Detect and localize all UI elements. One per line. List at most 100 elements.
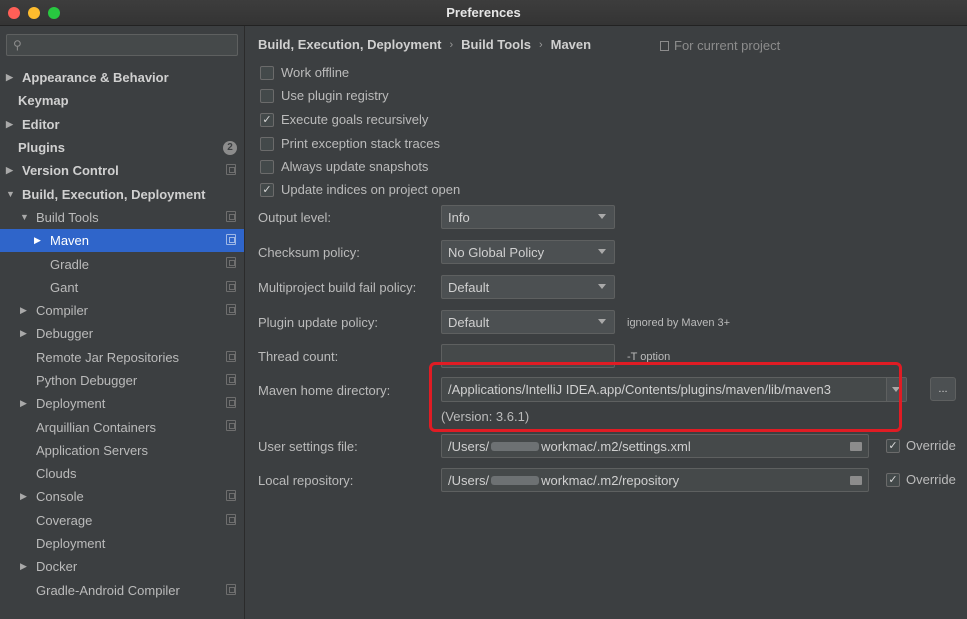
checkbox-box[interactable]: ✓	[260, 112, 274, 127]
search-icon: ⚲	[13, 38, 22, 52]
chevron-down-icon[interactable]: ▼	[6, 189, 18, 199]
checkbox-box[interactable]: ✓	[260, 182, 274, 197]
sidebar-item-arquillian-containers[interactable]: Arquillian Containers	[0, 415, 244, 438]
sidebar-item-label: Build Tools	[36, 209, 99, 225]
chevron-right-icon[interactable]: ▶	[20, 305, 32, 316]
project-scope-icon	[226, 373, 236, 385]
chevron-right-icon[interactable]: ▶	[6, 72, 18, 83]
checkbox-box[interactable]	[260, 88, 274, 103]
sidebar-item-appearance-behavior[interactable]: ▶ Appearance & Behavior	[0, 66, 244, 89]
breadcrumb-item[interactable]: Build, Execution, Deployment	[258, 37, 441, 52]
local-repository-override-checkbox[interactable]: ✓ Override	[886, 472, 956, 487]
sidebar-item-python-debugger[interactable]: Python Debugger	[0, 369, 244, 392]
sidebar-item-label: Clouds	[36, 466, 77, 482]
select-value: Info	[448, 209, 470, 225]
multiproject-policy-select[interactable]: Default	[441, 275, 615, 299]
chevron-right-icon[interactable]: ▶	[20, 491, 32, 502]
sidebar-item-label: Maven	[50, 233, 90, 249]
chevron-down-icon	[598, 284, 606, 289]
plugin-update-policy-select[interactable]: Default	[441, 310, 615, 334]
chevron-right-icon[interactable]: ▶	[34, 235, 46, 246]
minimize-window-button[interactable]	[28, 7, 40, 19]
sidebar-item-build-execution-deployment[interactable]: ▼ Build, Execution, Deployment	[0, 182, 244, 205]
checkbox-box[interactable]: ✓	[886, 438, 900, 453]
sidebar-item-docker[interactable]: ▶ Docker	[0, 555, 244, 578]
window-title: Preferences	[446, 5, 521, 20]
select-value: Default	[448, 314, 490, 330]
plugin-update-policy-hint: ignored by Maven 3+	[627, 317, 731, 329]
execute-goals-recursively-checkbox[interactable]: ✓ Execute goals recursively	[260, 112, 428, 127]
settings-sidebar: ⚲ ▶ Appearance & Behavior Keymap ▶ Editor Plu…	[0, 26, 245, 619]
thread-count-label: Thread count:	[258, 349, 339, 364]
sidebar-item-label: Debugger	[36, 326, 94, 342]
checkbox-box[interactable]: ✓	[886, 472, 900, 487]
sidebar-item-gradle[interactable]: Gradle	[0, 252, 244, 275]
sidebar-item-console[interactable]: ▶ Console	[0, 485, 244, 508]
folder-icon[interactable]	[850, 476, 862, 485]
sidebar-item-label: Editor	[22, 116, 60, 132]
chevron-right-icon[interactable]: ▶	[20, 398, 32, 409]
work-offline-checkbox[interactable]: Work offline	[260, 65, 349, 80]
sidebar-item-label: Docker	[36, 559, 78, 575]
sidebar-item-build-tools[interactable]: ▼ Build Tools	[0, 206, 244, 229]
sidebar-item-coverage[interactable]: Coverage	[0, 509, 244, 532]
project-scope-icon	[226, 350, 236, 362]
checkbox-label: Print exception stack traces	[281, 136, 440, 151]
close-window-button[interactable]	[8, 7, 20, 19]
sidebar-item-plugins[interactable]: Plugins 2	[0, 136, 244, 159]
sidebar-item-label: Console	[36, 489, 84, 505]
checkbox-label: Execute goals recursively	[281, 112, 429, 127]
sidebar-item-gradle-android-compiler[interactable]: Gradle-Android Compiler	[0, 579, 244, 602]
sidebar-item-label: Version Control	[22, 163, 119, 179]
browse-maven-home-button[interactable]: ...	[930, 377, 956, 401]
use-plugin-registry-checkbox[interactable]: Use plugin registry	[260, 88, 389, 103]
project-scope-icon	[226, 583, 236, 595]
chevron-right-icon[interactable]: ▶	[6, 119, 18, 130]
chevron-right-icon[interactable]: ▶	[6, 165, 18, 176]
checkbox-box[interactable]	[260, 159, 274, 174]
settings-search-input[interactable]: ⚲	[6, 34, 238, 56]
sidebar-item-gant[interactable]: Gant	[0, 276, 244, 299]
chevron-down-icon	[598, 319, 606, 324]
maven-settings-panel: Build, Execution, Deployment › Build Too…	[246, 26, 967, 619]
multiproject-policy-label: Multiproject build fail policy:	[258, 280, 417, 295]
sidebar-item-clouds[interactable]: Clouds	[0, 462, 244, 485]
folder-icon[interactable]	[850, 442, 862, 451]
sidebar-item-version-control[interactable]: ▶ Version Control	[0, 159, 244, 182]
local-repository-input[interactable]: /Users/ workmac/.m2/repository	[441, 468, 869, 492]
sidebar-item-label: Remote Jar Repositories	[36, 349, 180, 365]
sidebar-item-deployment[interactable]: ▶ Deployment	[0, 392, 244, 415]
select-value: No Global Policy	[448, 244, 545, 260]
checksum-policy-select[interactable]: No Global Policy	[441, 240, 615, 264]
user-settings-file-input[interactable]: /Users/ workmac/.m2/settings.xml	[441, 434, 869, 458]
sidebar-item-keymap[interactable]: Keymap	[0, 89, 244, 112]
sidebar-item-label: Gradle-Android Compiler	[36, 582, 180, 598]
sidebar-item-compiler[interactable]: ▶ Compiler	[0, 299, 244, 322]
sidebar-item-editor[interactable]: ▶ Editor	[0, 113, 244, 136]
project-scope-icon	[226, 397, 236, 409]
chevron-right-icon[interactable]: ▶	[20, 561, 32, 572]
chevron-right-icon[interactable]: ▶	[20, 328, 32, 339]
sidebar-item-debugger[interactable]: ▶ Debugger	[0, 322, 244, 345]
chevron-down-icon[interactable]: ▼	[20, 212, 32, 222]
sidebar-item-application-servers[interactable]: Application Servers	[0, 439, 244, 462]
output-level-select[interactable]: Info	[441, 205, 615, 229]
update-indices-checkbox[interactable]: ✓ Update indices on project open	[260, 182, 460, 197]
project-scope-icon	[226, 280, 236, 292]
print-exception-stack-traces-checkbox[interactable]: Print exception stack traces	[260, 136, 440, 151]
breadcrumb: Build, Execution, Deployment › Build Too…	[258, 37, 591, 52]
sidebar-item-maven[interactable]: ▶ Maven	[0, 229, 244, 253]
window-controls	[8, 7, 60, 19]
user-settings-override-checkbox[interactable]: ✓ Override	[886, 438, 956, 453]
sidebar-item-deployment[interactable]: Deployment	[0, 532, 244, 555]
sidebar-item-label: Gant	[50, 279, 79, 295]
path-prefix: /Users/	[448, 438, 490, 454]
zoom-window-button[interactable]	[48, 7, 60, 19]
project-scope-icon	[226, 303, 236, 315]
sidebar-item-remote-jar-repositories[interactable]: Remote Jar Repositories	[0, 346, 244, 369]
breadcrumb-item[interactable]: Build Tools	[461, 37, 531, 52]
checkbox-box[interactable]	[260, 65, 274, 80]
chevron-down-icon	[598, 249, 606, 254]
always-update-snapshots-checkbox[interactable]: Always update snapshots	[260, 159, 428, 174]
checkbox-box[interactable]	[260, 136, 274, 151]
